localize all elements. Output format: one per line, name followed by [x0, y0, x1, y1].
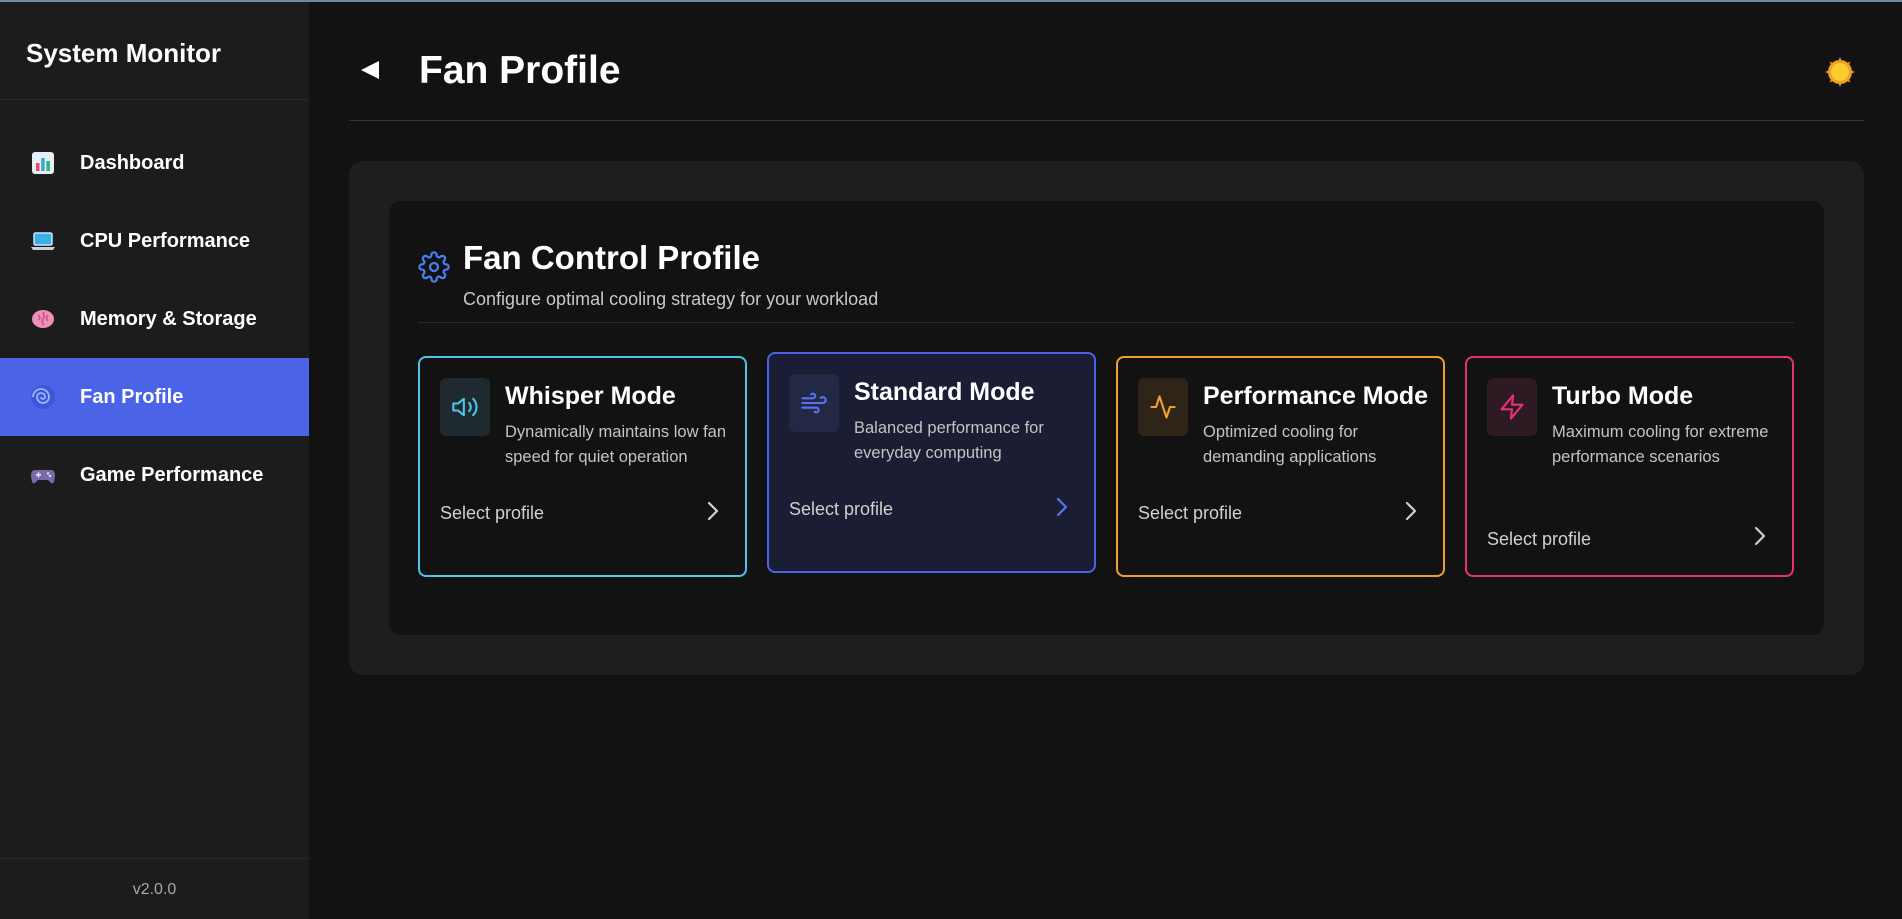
card-icon-box: [1487, 378, 1537, 436]
gear-icon: [418, 251, 450, 283]
speaker-icon: [452, 397, 478, 417]
chevron-right-icon: [1056, 497, 1068, 517]
wind-icon: [801, 392, 827, 414]
profile-card-turbo[interactable]: Turbo Mode Maximum cooling for extreme p…: [1465, 356, 1794, 577]
card-title: Standard Mode: [854, 378, 1035, 406]
sidebar-item-label: Fan Profile: [80, 385, 184, 408]
card-title: Turbo Mode: [1552, 382, 1694, 410]
theme-toggle-button[interactable]: [1824, 56, 1856, 88]
chevron-right-icon: [1405, 501, 1417, 521]
card-title: Performance Mode: [1203, 382, 1429, 410]
card-description: Balanced performance for everyday comput…: [854, 419, 1044, 462]
sidebar-item-label: CPU Performance: [80, 229, 251, 252]
back-button[interactable]: [359, 59, 381, 81]
profile-card-whisper[interactable]: Whisper Mode Dynamically maintains low f…: [418, 356, 747, 577]
sidebar-item-label: Dashboard: [80, 151, 185, 174]
sidebar-nav: Dashboard CPU Performance Memory & Stora…: [0, 124, 309, 514]
section-subtitle: Configure optimal cooling strategy for y…: [463, 289, 879, 309]
gamepad-icon: [30, 462, 56, 488]
sidebar-item-memory-storage[interactable]: Memory & Storage: [0, 280, 309, 358]
sidebar-item-fan-profile[interactable]: Fan Profile: [0, 358, 309, 436]
card-description: Maximum cooling for extreme performance …: [1552, 423, 1769, 466]
sidebar-item-game-performance[interactable]: Game Performance: [0, 436, 309, 514]
sidebar-item-label: Game Performance: [80, 463, 264, 486]
divider: [418, 322, 1794, 323]
version-label: v2.0.0: [0, 858, 309, 919]
cyclone-icon: [30, 384, 56, 410]
activity-icon: [1150, 395, 1176, 419]
content-panel: Fan Control Profile Configure optimal co…: [349, 161, 1864, 675]
card-icon-box: [1138, 378, 1188, 436]
sidebar-item-cpu-performance[interactable]: CPU Performance: [0, 202, 309, 280]
profile-card-standard[interactable]: Standard Mode Balanced performance for e…: [767, 352, 1096, 573]
sidebar-item-dashboard[interactable]: Dashboard: [0, 124, 309, 202]
card-description: Dynamically maintains low fan speed for …: [505, 423, 727, 466]
page-title: Fan Profile: [419, 49, 621, 92]
sidebar: System Monitor Dashboard CPU Performance: [0, 2, 309, 919]
laptop-icon: [30, 228, 56, 254]
back-triangle-icon: [361, 61, 379, 79]
card-icon-box: [440, 378, 490, 436]
select-profile-link[interactable]: Select profile: [1487, 529, 1591, 550]
card-description: Optimized cooling for demanding applicat…: [1203, 423, 1377, 466]
select-profile-link[interactable]: Select profile: [1138, 503, 1242, 524]
app-title: System Monitor: [0, 2, 309, 100]
bar-chart-icon: [30, 150, 56, 176]
card-icon-box: [789, 374, 839, 432]
card-title: Whisper Mode: [505, 382, 676, 410]
select-profile-link[interactable]: Select profile: [789, 499, 893, 520]
profile-card-performance[interactable]: Performance Mode Optimized cooling for d…: [1116, 356, 1445, 577]
chevron-right-icon: [1754, 526, 1766, 546]
fan-control-panel: Fan Control Profile Configure optimal co…: [389, 201, 1824, 635]
chevron-right-icon: [707, 501, 719, 521]
sun-icon: [1825, 57, 1855, 87]
section-title: Fan Control Profile: [463, 239, 760, 276]
lightning-icon: [1500, 394, 1524, 420]
select-profile-link[interactable]: Select profile: [440, 503, 544, 524]
page-header: Fan Profile: [349, 2, 1864, 121]
brain-icon: [30, 306, 56, 332]
sidebar-item-label: Memory & Storage: [80, 307, 257, 330]
